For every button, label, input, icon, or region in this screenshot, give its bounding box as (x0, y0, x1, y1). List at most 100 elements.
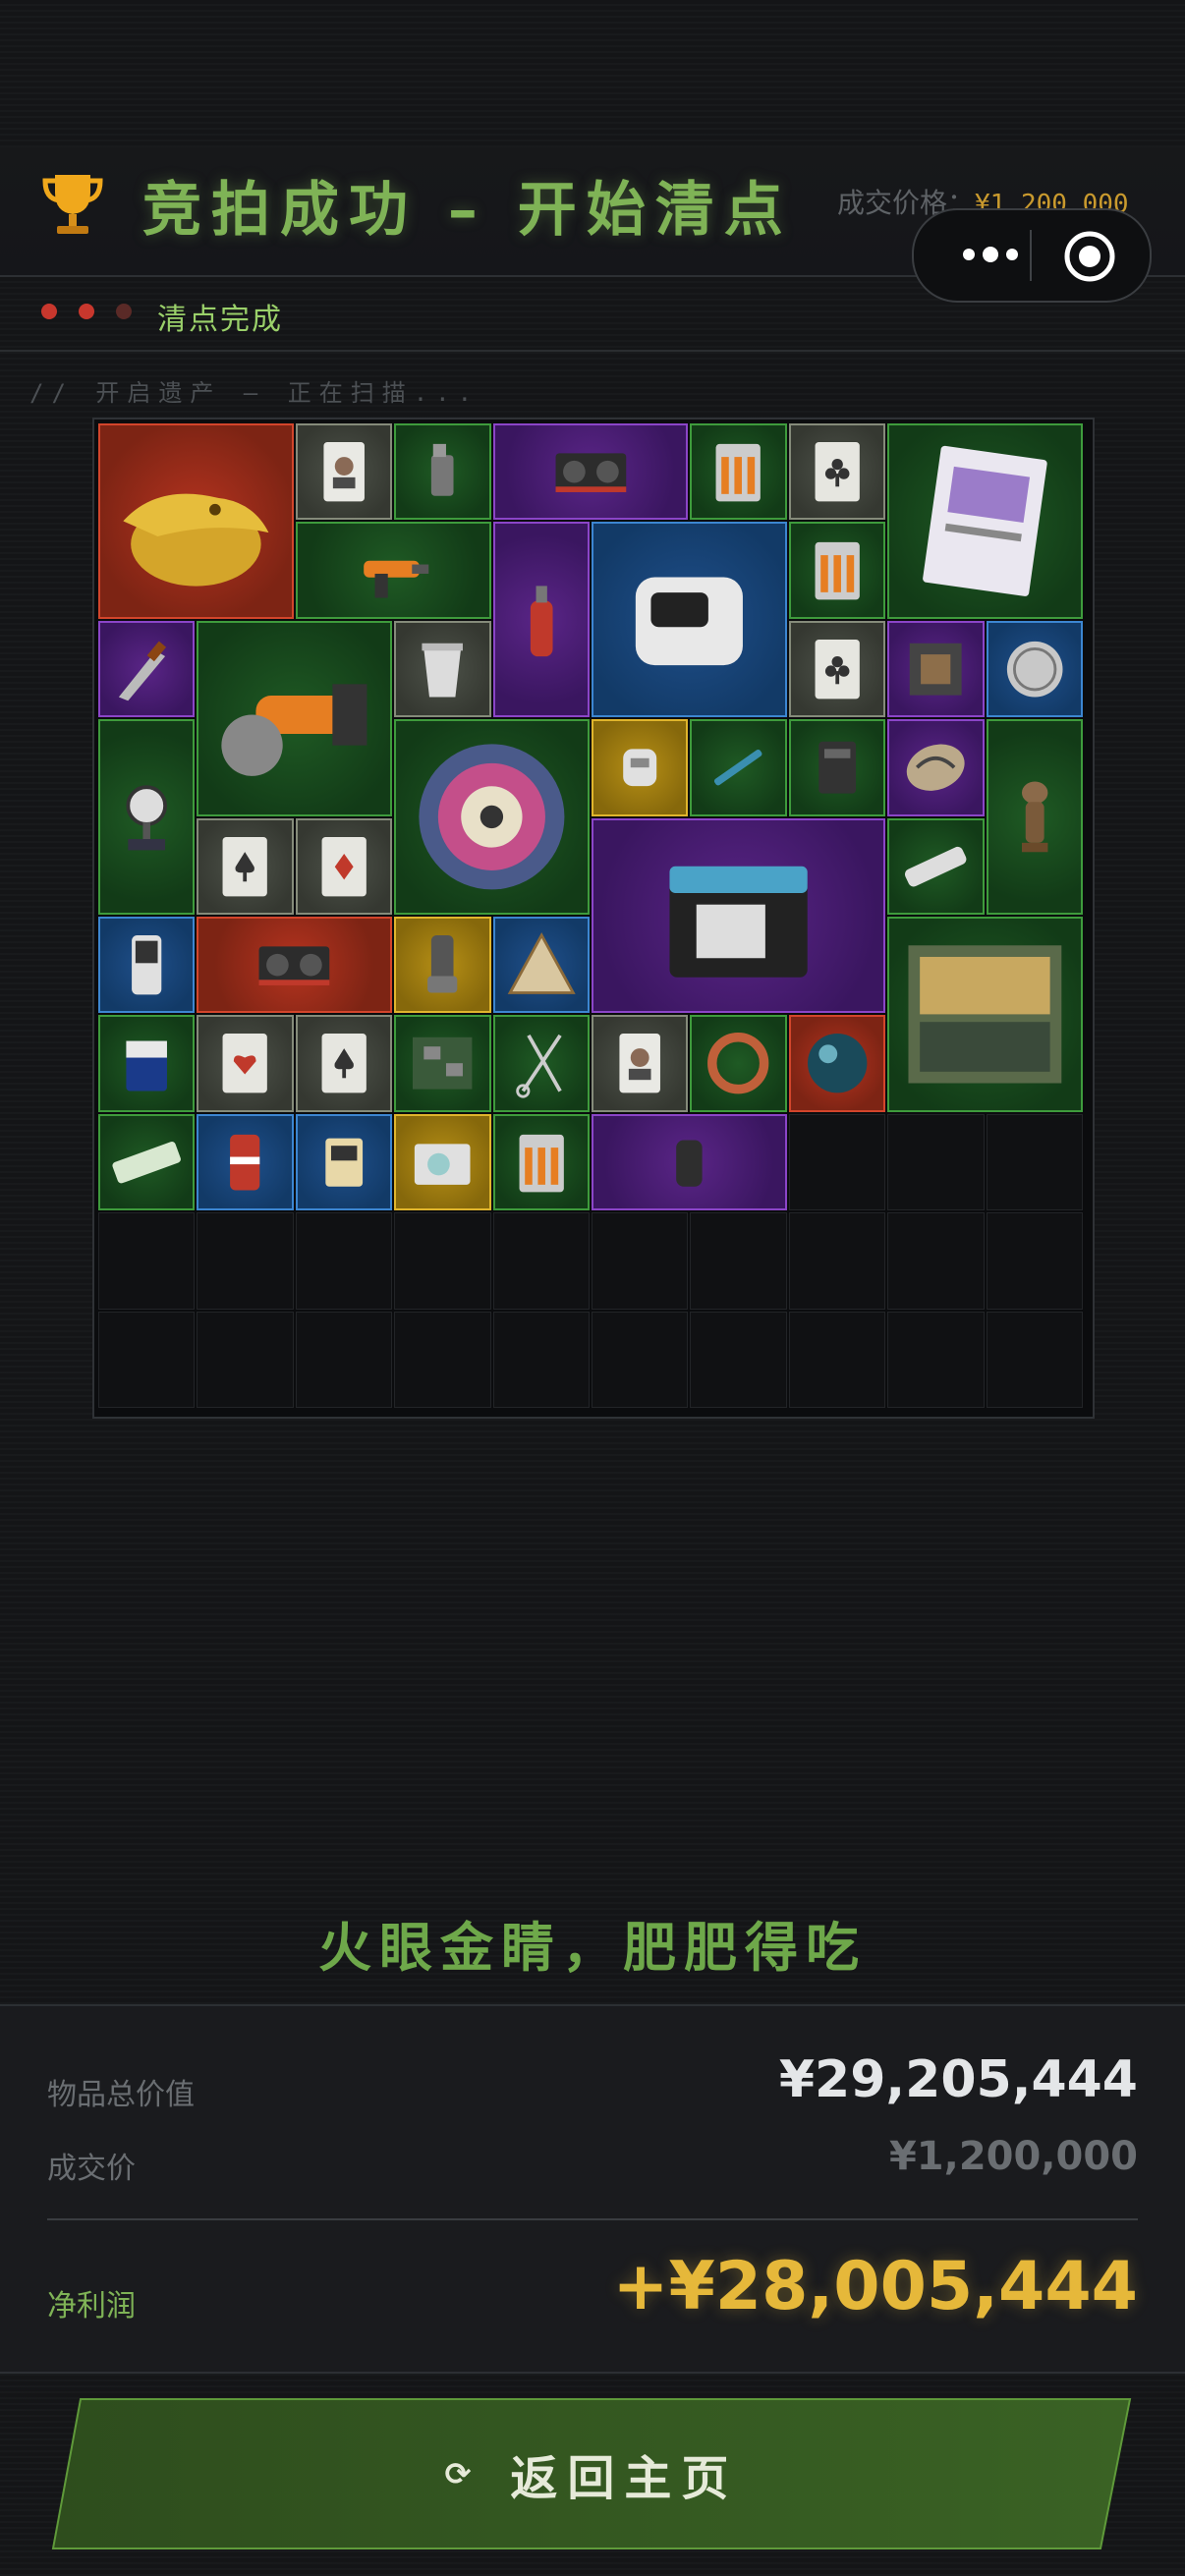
empty-slot (592, 1311, 689, 1408)
empty-slot (887, 1113, 985, 1211)
ornate-plate-icon (419, 744, 565, 890)
inventory-item-heart-card[interactable] (197, 1015, 294, 1112)
glass-orb-icon (807, 1034, 868, 1093)
inventory-item-phone-battery[interactable] (788, 719, 886, 816)
test-pen-icon (714, 750, 762, 786)
yogurt-cup-icon (422, 643, 464, 698)
empty-slot (295, 1212, 393, 1310)
inventory-item-angle-grinder[interactable] (197, 620, 393, 816)
inventory-item-coiled-wire[interactable] (690, 1015, 787, 1112)
return-home-button[interactable]: ⟳ 返回主页 (51, 2397, 1132, 2550)
pressure-gauge-icon (126, 785, 167, 851)
inventory-item-circuit-chip[interactable] (887, 620, 985, 718)
deal-price-row-label: 成交价 (47, 2152, 136, 2186)
inventory-item-scissors-clamp[interactable] (492, 1015, 590, 1112)
inventory-item-inhaler[interactable] (394, 917, 491, 1014)
refresh-icon: ⟳ (444, 2455, 481, 2492)
empty-slot (492, 1212, 590, 1310)
net-profit-amount: +¥28,005,444 (612, 2248, 1138, 2325)
summary-divider (47, 2218, 1138, 2220)
inventory-item-small-sensor[interactable] (592, 719, 689, 816)
inventory-item-spade-card[interactable] (197, 817, 294, 915)
inventory-item-dark-stone[interactable] (592, 1113, 787, 1211)
diamond-card-icon (321, 836, 367, 896)
inventory-item-music-player[interactable] (98, 917, 196, 1014)
empty-slot (98, 1212, 196, 1310)
empty-slot (690, 1212, 787, 1310)
close-miniprogram-icon[interactable] (1063, 230, 1116, 283)
empty-slot (197, 1311, 294, 1408)
portrait-playing-card-icon (323, 441, 365, 502)
more-options-icon[interactable] (961, 240, 1020, 269)
9v-battery-icon (126, 1040, 167, 1092)
inventory-item-ornate-plate[interactable] (394, 719, 590, 915)
music-player-icon (132, 934, 162, 995)
inventory-item-silver-coin[interactable] (986, 620, 1083, 718)
snack-bar-icon (112, 1141, 181, 1184)
total-value-label: 物品总价值 (47, 2078, 195, 2112)
inventory-item-circuit-board[interactable] (394, 1015, 491, 1112)
status-dot-3 (116, 304, 132, 319)
inventory-item-magazine[interactable] (887, 423, 1083, 619)
capsule-divider (1030, 230, 1032, 281)
inventory-item-battery-pack[interactable] (690, 423, 787, 521)
inventory-item-pyramid-token[interactable] (492, 917, 590, 1014)
battery-pack-icon (815, 542, 860, 600)
inventory-item-optical-disc[interactable] (394, 1113, 491, 1211)
status-text: 清点完成 (157, 303, 283, 337)
inventory-item-painting[interactable] (887, 917, 1083, 1112)
dark-stone-icon (676, 1140, 703, 1187)
scissors-clamp-icon (515, 1035, 562, 1098)
empty-slot (394, 1212, 491, 1310)
optical-disc-icon (415, 1144, 471, 1185)
net-profit-label: 净利润 (47, 2289, 136, 2324)
inventory-item-soda-can[interactable] (197, 1113, 294, 1211)
empty-slot (986, 1212, 1083, 1310)
inventory-item-smart-speaker[interactable] (592, 522, 787, 718)
inventory-item-glass-orb[interactable] (788, 1015, 886, 1112)
inventory-item-battery-pack[interactable] (788, 522, 886, 619)
deal-price-row-amount: ¥1,200,000 (888, 2134, 1138, 2179)
inventory-item-9v-battery[interactable] (98, 1015, 196, 1112)
empty-slot (394, 1311, 491, 1408)
scan-progress-text: // 开启遗产 – 正在扫描... (29, 379, 480, 407)
empty-slot (788, 1212, 886, 1310)
inventory-grid (92, 418, 1095, 1419)
inventory-item-memory-card[interactable] (295, 1113, 393, 1211)
graphics-card-icon (258, 946, 330, 985)
empty-slot (788, 1311, 886, 1408)
inventory-item-decorative-egg[interactable] (887, 719, 985, 816)
inventory-item-battery-pack[interactable] (492, 1113, 590, 1211)
trophy-icon (42, 175, 103, 234)
inventory-item-graphics-card[interactable] (492, 423, 689, 521)
memory-card-icon (325, 1138, 363, 1187)
inventory-item-portrait-playing-card[interactable] (295, 423, 393, 521)
inventory-item-wooden-idol[interactable] (986, 719, 1083, 915)
inventory-item-blowtorch[interactable] (492, 522, 590, 718)
summary-panel: 物品总价值 ¥29,205,444 成交价 ¥1,200,000 净利润 +¥2… (0, 2004, 1185, 2374)
empty-slot (492, 1311, 590, 1408)
status-dot-1 (41, 304, 57, 319)
inventory-item-spade-card[interactable] (295, 1015, 393, 1112)
inventory-item-pressure-gauge[interactable] (98, 719, 196, 915)
inventory-item-car-battery[interactable] (592, 817, 886, 1014)
painting-icon (908, 945, 1062, 1084)
page-title: 竞拍成功 – 开始清点 (142, 176, 793, 245)
inventory-item-drill[interactable] (295, 522, 491, 619)
golden-crocodile-statue-icon (123, 493, 269, 587)
inventory-item-diamond-card[interactable] (295, 817, 393, 915)
inventory-item-club-card[interactable] (788, 620, 886, 718)
inventory-item-yogurt-cup[interactable] (394, 620, 491, 718)
inventory-item-portrait-playing-card[interactable] (592, 1015, 689, 1112)
inventory-item-knife[interactable] (98, 620, 196, 718)
inventory-item-test-pen[interactable] (690, 719, 787, 816)
inventory-item-club-card[interactable] (788, 423, 886, 521)
circuit-chip-icon (909, 643, 962, 696)
inventory-item-golden-crocodile-statue[interactable] (98, 423, 294, 619)
inventory-item-snack-bar[interactable] (98, 1113, 196, 1211)
soda-can-icon (230, 1134, 260, 1191)
inventory-item-graphics-card[interactable] (197, 917, 393, 1014)
pyramid-token-icon (507, 932, 576, 994)
inventory-item-lighter[interactable] (394, 423, 491, 521)
inventory-item-power-strip[interactable] (887, 817, 985, 915)
